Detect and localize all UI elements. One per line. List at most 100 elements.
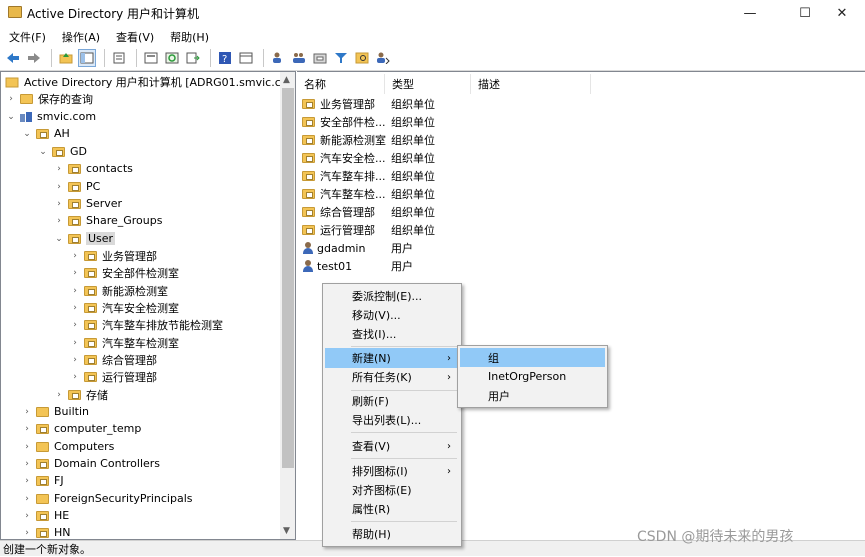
- chevron-right-icon[interactable]: ›: [69, 355, 81, 365]
- chevron-right-icon[interactable]: ›: [53, 390, 65, 400]
- tree-item-he[interactable]: › HE: [21, 507, 69, 524]
- tree-item-user-child[interactable]: › 新能源检测室: [69, 282, 168, 299]
- help-icon[interactable]: ?: [216, 49, 234, 67]
- tree-item-domain[interactable]: ⌄ smvic.com: [5, 108, 96, 125]
- chevron-right-icon[interactable]: ›: [69, 286, 81, 296]
- tree-scrollbar-thumb[interactable]: [282, 88, 294, 468]
- tree-item-user-child[interactable]: › 汽车整车排放节能检测室: [69, 316, 223, 333]
- properties-icon[interactable]: [110, 49, 128, 67]
- minimize-button[interactable]: —: [727, 0, 773, 26]
- chevron-right-icon[interactable]: ›: [53, 216, 65, 226]
- tree-item-ah[interactable]: ⌄ AH: [21, 125, 70, 142]
- tree-item-user[interactable]: ⌄ User: [53, 230, 116, 247]
- list-item[interactable]: 新能源检测室 组织单位: [302, 131, 435, 149]
- add-ou-icon[interactable]: [311, 49, 329, 67]
- chevron-down-icon[interactable]: ⌄: [5, 112, 17, 122]
- list-item[interactable]: test01 用户: [302, 257, 413, 275]
- menu-file[interactable]: 文件(F): [0, 26, 53, 46]
- chevron-right-icon[interactable]: ›: [21, 528, 33, 538]
- tree-item-foreign[interactable]: › ForeignSecurityPrincipals: [21, 490, 192, 507]
- tree-item-domain-controllers[interactable]: › Domain Controllers: [21, 455, 160, 472]
- export-list-icon[interactable]: [184, 49, 202, 67]
- submenu-item-group[interactable]: 组: [460, 348, 605, 367]
- tree-item-hn[interactable]: › HN: [21, 524, 70, 539]
- tree-item-computer-temp[interactable]: › computer_temp: [21, 420, 141, 437]
- tree-item-builtin[interactable]: › Builtin: [21, 403, 89, 420]
- column-header-type[interactable]: 类型: [385, 74, 471, 94]
- tree-item-share-groups[interactable]: › Share_Groups: [53, 212, 162, 229]
- menu-help[interactable]: 帮助(H): [161, 26, 216, 46]
- tree-item-user-child[interactable]: › 安全部件检测室: [69, 264, 179, 281]
- chevron-right-icon[interactable]: ›: [21, 424, 33, 434]
- chevron-right-icon[interactable]: ›: [21, 494, 33, 504]
- menu-action[interactable]: 操作(A): [53, 26, 107, 46]
- find-icon[interactable]: [353, 49, 371, 67]
- chevron-right-icon[interactable]: ›: [69, 320, 81, 330]
- forward-arrow-icon[interactable]: [25, 49, 43, 67]
- tree-item-computers[interactable]: › Computers: [21, 438, 114, 455]
- tree-item-server[interactable]: › Server: [53, 195, 122, 212]
- menu-item-move[interactable]: 移动(V)...: [325, 305, 459, 325]
- menu-item-export-list[interactable]: 导出列表(L)...: [325, 410, 459, 430]
- tree-item-gd[interactable]: ⌄ GD: [37, 143, 87, 160]
- tree-item-user-child[interactable]: › 业务管理部: [69, 247, 157, 264]
- chevron-right-icon[interactable]: ›: [21, 476, 33, 486]
- up-folder-icon[interactable]: [57, 49, 75, 67]
- column-header-name[interactable]: 名称: [297, 74, 385, 94]
- list-item[interactable]: 安全部件检... 组织单位: [302, 113, 435, 131]
- add-user-icon[interactable]: [269, 49, 287, 67]
- list-item[interactable]: 业务管理部 组织单位: [302, 95, 435, 113]
- tree-item-user-child[interactable]: › 综合管理部: [69, 351, 157, 368]
- menu-item-new[interactable]: 新建(N) ›: [325, 348, 459, 368]
- menu-item-line-up-icons[interactable]: 对齐图标(E): [325, 480, 459, 500]
- tree-item-contacts[interactable]: › contacts: [53, 160, 133, 177]
- menu-item-arrange-icons[interactable]: 排列图标(I) ›: [325, 461, 459, 481]
- list-item[interactable]: gdadmin 用户: [302, 239, 413, 257]
- menu-item-properties[interactable]: 属性(R): [325, 499, 459, 519]
- chevron-right-icon[interactable]: ›: [69, 303, 81, 313]
- filter-icon[interactable]: [332, 49, 350, 67]
- chevron-down-icon[interactable]: ⌄: [37, 147, 49, 157]
- refresh-icon[interactable]: [163, 49, 181, 67]
- list-item[interactable]: 运行管理部 组织单位: [302, 221, 435, 239]
- menu-item-find[interactable]: 查找(I)...: [325, 324, 459, 344]
- column-header-description[interactable]: 描述: [471, 74, 591, 94]
- add-group-icon[interactable]: [290, 49, 308, 67]
- scroll-down-arrow-icon[interactable]: ▼: [283, 526, 290, 536]
- menu-item-refresh[interactable]: 刷新(F): [325, 391, 459, 411]
- tree-item-storage[interactable]: › 存储: [53, 386, 108, 403]
- console-tree-icon[interactable]: [78, 49, 96, 67]
- scroll-up-arrow-icon[interactable]: ▲: [283, 75, 290, 85]
- tree-item-user-child[interactable]: › 汽车安全检测室: [69, 299, 179, 316]
- menu-view[interactable]: 查看(V): [107, 26, 161, 46]
- chevron-right-icon[interactable]: ›: [5, 94, 17, 104]
- submenu-item-inetorgperson[interactable]: InetOrgPerson: [460, 367, 605, 386]
- tree-item-user-child[interactable]: › 汽车整车检测室: [69, 334, 179, 351]
- list-item[interactable]: 汽车整车排... 组织单位: [302, 167, 435, 185]
- chevron-right-icon[interactable]: ›: [69, 251, 81, 261]
- tree-item-saved-queries[interactable]: › 保存的查询: [5, 90, 93, 107]
- export-icon[interactable]: [142, 49, 160, 67]
- tree-item-fj[interactable]: › FJ: [21, 472, 63, 489]
- chevron-right-icon[interactable]: ›: [21, 442, 33, 452]
- list-item[interactable]: 汽车安全检... 组织单位: [302, 149, 435, 167]
- menu-item-view[interactable]: 查看(V) ›: [325, 436, 459, 456]
- menu-item-delegate[interactable]: 委派控制(E)...: [325, 286, 459, 306]
- chevron-right-icon[interactable]: ›: [21, 511, 33, 521]
- menu-item-all-tasks[interactable]: 所有任务(K) ›: [325, 367, 459, 387]
- menu-item-help[interactable]: 帮助(H): [325, 524, 459, 544]
- chevron-down-icon[interactable]: ⌄: [53, 234, 65, 244]
- chevron-right-icon[interactable]: ›: [69, 338, 81, 348]
- tree-item-pc[interactable]: › PC: [53, 178, 100, 195]
- tree-item-user-child[interactable]: › 运行管理部: [69, 368, 157, 385]
- chevron-right-icon[interactable]: ›: [53, 199, 65, 209]
- back-arrow-icon[interactable]: [4, 49, 22, 67]
- show-pane-icon[interactable]: [237, 49, 255, 67]
- chevron-right-icon[interactable]: ›: [53, 164, 65, 174]
- list-item[interactable]: 综合管理部 组织单位: [302, 203, 435, 221]
- chevron-right-icon[interactable]: ›: [21, 459, 33, 469]
- chevron-right-icon[interactable]: ›: [53, 182, 65, 192]
- chevron-right-icon[interactable]: ›: [21, 407, 33, 417]
- tree-root[interactable]: Active Directory 用户和计算机 [ADRG01.smvic.co…: [5, 73, 295, 90]
- chevron-down-icon[interactable]: ⌄: [21, 129, 33, 139]
